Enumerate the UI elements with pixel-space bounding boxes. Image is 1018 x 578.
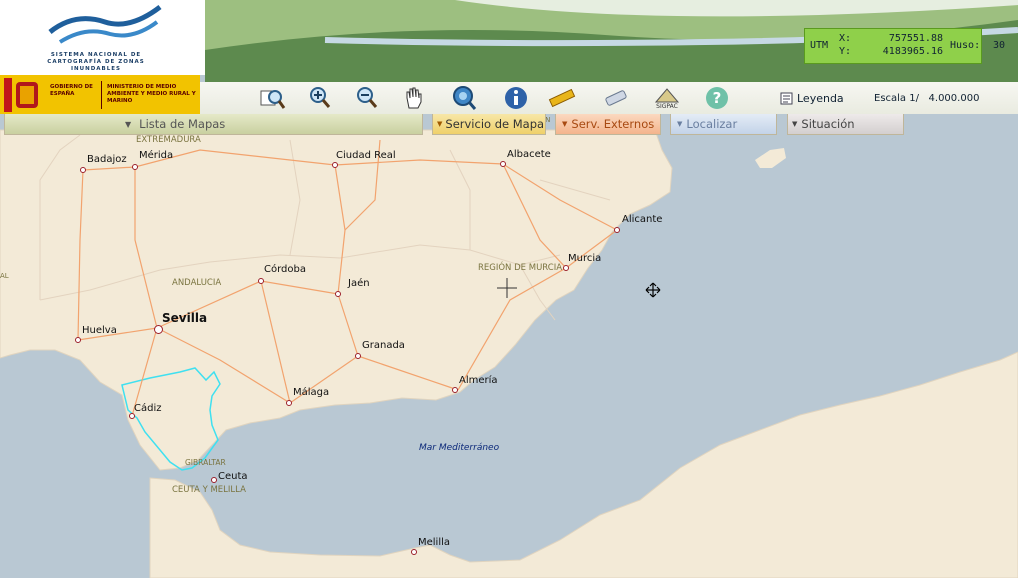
map-list-menu[interactable]: ▼ Lista de Mapas bbox=[4, 114, 423, 135]
eraser-icon bbox=[605, 90, 627, 106]
map-list-dropdown-icon: ▼ bbox=[125, 119, 132, 129]
locate-menu[interactable]: ▼ Localizar bbox=[670, 114, 777, 135]
location-situation-menu[interactable]: ▼ Situación bbox=[787, 114, 904, 135]
city-marker-huelva bbox=[75, 337, 81, 343]
zoom-in-icon bbox=[310, 87, 331, 108]
external-services-dropdown-icon: ▼ bbox=[562, 120, 568, 128]
city-marker-alicante bbox=[614, 227, 620, 233]
situation-label: Situación bbox=[801, 117, 855, 131]
svg-text:?: ? bbox=[713, 89, 722, 107]
city-marker-ceuta bbox=[211, 477, 217, 483]
city-label-murcia: Murcia bbox=[568, 253, 602, 264]
huso-value: 30 bbox=[993, 40, 1006, 51]
city-marker-albacete bbox=[500, 161, 506, 167]
city-marker-cordoba bbox=[258, 278, 264, 284]
scale-display: Escala 1/ 4.000.000 bbox=[874, 93, 979, 104]
region-label-murcia: REGIÓN DE MURCIA bbox=[478, 263, 563, 273]
pan-hand-icon bbox=[406, 87, 422, 109]
region-label-ceuta-melilla: CEUTA Y MELILLA bbox=[172, 485, 246, 495]
situation-dropdown-icon: ▼ bbox=[792, 120, 798, 128]
waves-logo-icon bbox=[48, 5, 162, 44]
org-name: SISTEMA NACIONAL DE CARTOGRAFÍA DE ZONAS… bbox=[47, 52, 145, 72]
city-marker-murcia bbox=[563, 265, 569, 271]
utm-coordinates-panel: UTM X: Y: 757551.88 4183965.16 Huso: 30 bbox=[804, 28, 1005, 64]
full-extent-icon bbox=[453, 86, 477, 110]
locate-dropdown-icon: ▼ bbox=[677, 120, 683, 128]
external-services-menu[interactable]: ▼ Serv. Externos bbox=[555, 114, 661, 135]
city-marker-ciudad-real bbox=[332, 162, 338, 168]
city-label-granada: Granada bbox=[362, 340, 405, 351]
map-list-label: Lista de Mapas bbox=[139, 117, 226, 131]
city-label-jaen: Jaén bbox=[348, 278, 370, 289]
utm-x-value: 757551.88 bbox=[888, 33, 943, 44]
city-marker-badajoz bbox=[80, 167, 86, 173]
map-service-menu[interactable]: ▼ Servicio de Mapa bbox=[432, 114, 546, 135]
zoom-window-icon bbox=[260, 90, 286, 109]
city-label-almeria: Almería bbox=[459, 375, 498, 386]
region-label-gibraltar: GIBRALTAR bbox=[185, 458, 226, 467]
scale-value: 4.000.000 bbox=[928, 93, 980, 104]
measure-button[interactable] bbox=[548, 84, 576, 112]
sigpac-label: SIGPAC bbox=[656, 102, 678, 110]
city-label-melilla: Melilla bbox=[418, 537, 451, 548]
city-marker-merida bbox=[132, 164, 138, 170]
city-label-ceuta: Ceuta bbox=[218, 471, 248, 482]
utm-y-label: Y: bbox=[839, 46, 852, 57]
coat-of-arms-icon bbox=[4, 78, 38, 112]
clear-button[interactable] bbox=[602, 84, 630, 112]
map-service-label: Servicio de Mapa bbox=[445, 117, 545, 131]
city-label-cordoba: Córdoba bbox=[264, 264, 306, 275]
sea-label: Mar Mediterráneo bbox=[419, 443, 500, 453]
region-label-extremadura: EXTREMADURA bbox=[136, 135, 201, 145]
ministry-label: MINISTERIO DE MEDIO AMBIENTE Y MEDIO RUR… bbox=[107, 84, 196, 104]
zoom-out-icon bbox=[357, 87, 378, 108]
info-button[interactable] bbox=[502, 84, 530, 112]
utm-x-label: X: bbox=[839, 33, 852, 44]
huso-label: Huso: bbox=[950, 40, 981, 51]
zoom-in-button[interactable] bbox=[306, 84, 334, 112]
map-service-dropdown-icon: ▼ bbox=[437, 120, 443, 128]
info-icon bbox=[505, 87, 527, 109]
city-marker-granada bbox=[355, 353, 361, 359]
city-label-sevilla: Sevilla bbox=[162, 311, 208, 325]
sigpac-icon bbox=[654, 87, 680, 102]
city-marker-sevilla bbox=[154, 325, 163, 334]
full-extent-button[interactable] bbox=[450, 84, 478, 112]
city-marker-malaga bbox=[286, 400, 292, 406]
help-icon: ? bbox=[706, 87, 728, 109]
scale-label: Escala 1/ bbox=[874, 93, 919, 104]
city-label-merida: Mérida bbox=[139, 150, 174, 161]
city-label-albacete: Albacete bbox=[507, 149, 551, 160]
zoom-window-button[interactable] bbox=[258, 84, 286, 112]
city-label-cadiz: Cádiz bbox=[134, 403, 162, 414]
region-label-left-edge: AL bbox=[0, 272, 9, 280]
utm-label: UTM bbox=[810, 40, 829, 51]
legend-button[interactable]: Leyenda bbox=[780, 87, 848, 109]
legend-label: Leyenda bbox=[797, 91, 844, 105]
external-services-label: Serv. Externos bbox=[571, 117, 655, 131]
measure-ruler-icon bbox=[548, 88, 576, 108]
zoom-out-button[interactable] bbox=[353, 84, 381, 112]
pan-button[interactable] bbox=[400, 84, 428, 112]
government-label: GOBIERNO DE ESPAÑA bbox=[50, 84, 93, 97]
sigpac-button[interactable]: SIGPAC bbox=[650, 84, 684, 112]
city-label-alicante: Alicante bbox=[622, 214, 663, 225]
region-label-andalucia: ANDALUCIA bbox=[172, 278, 222, 288]
city-marker-almeria bbox=[452, 387, 458, 393]
city-marker-jaen bbox=[335, 291, 341, 297]
city-label-badajoz: Badajoz bbox=[87, 154, 127, 165]
utm-y-value: 4183965.16 bbox=[882, 46, 943, 57]
city-label-malaga: Málaga bbox=[293, 387, 330, 398]
city-marker-melilla bbox=[411, 549, 417, 555]
locate-label: Localizar bbox=[686, 117, 738, 131]
legend-icon bbox=[780, 92, 793, 104]
help-button[interactable]: ? bbox=[703, 84, 731, 112]
city-label-ciudad-real: Ciudad Real bbox=[336, 150, 396, 161]
city-label-huelva: Huelva bbox=[82, 325, 117, 336]
